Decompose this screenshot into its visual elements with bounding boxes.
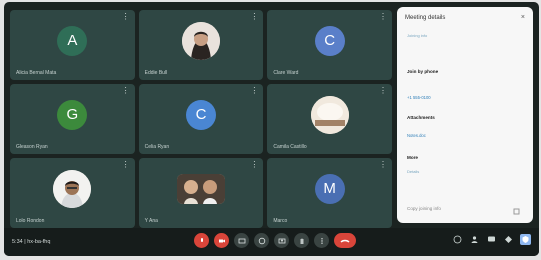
participant-name: Alicia Bernal Mata (16, 70, 57, 76)
participant-name: Eddie Bull (144, 70, 168, 76)
present-button[interactable] (274, 233, 289, 248)
participant-tile[interactable]: ⋮ Y Ana (138, 158, 264, 228)
side-panel-toggles (452, 234, 531, 245)
microphone-button[interactable] (194, 233, 209, 248)
camera-button[interactable] (214, 233, 229, 248)
meeting-toolbar: 5:34 | hx-ba-fhq (4, 228, 539, 256)
participant-name: Y Ana (144, 218, 158, 224)
participant-avatar: C (185, 99, 216, 130)
meeting-time-code: 5:34 | hx-ba-fhq (12, 239, 51, 245)
participant-avatar: G (57, 99, 88, 130)
people-icon[interactable] (469, 234, 480, 245)
more-options-icon[interactable]: ⋮ (379, 87, 387, 95)
participant-avatar: C (314, 25, 345, 56)
more-options-icon[interactable]: ⋮ (379, 13, 387, 21)
copy-joining-info-link[interactable]: Copy joining info (407, 206, 441, 211)
participant-photo (176, 173, 225, 204)
section-heading: Attachments (407, 115, 435, 120)
more-options-icon[interactable]: ⋮ (250, 87, 258, 95)
participant-photo (310, 95, 349, 134)
more-options-icon[interactable]: ⋮ (122, 87, 130, 95)
video-grid: A ⋮ Alicia Bernal Mata ⋮ Eddie Bull C ⋮ … (10, 10, 392, 228)
participant-photo (53, 169, 92, 208)
more-options-icon[interactable]: ⋮ (250, 161, 258, 169)
participant-tile[interactable]: ⋮ Eddie Bull (138, 10, 264, 80)
raise-hand-button[interactable] (294, 233, 309, 248)
more-options-icon[interactable]: ⋮ (379, 161, 387, 169)
more-options-icon[interactable]: ⋮ (250, 13, 258, 21)
info-icon[interactable] (452, 234, 463, 245)
section-heading: More (407, 155, 418, 160)
participant-name: Lolo Rondon (16, 218, 45, 224)
more-options-icon[interactable]: ⋮ (122, 161, 130, 169)
participant-name: Celia Ryan (144, 144, 170, 150)
meeting-details-panel: Meeting details × Joining info Join by p… (397, 7, 533, 223)
call-controls (194, 233, 356, 248)
participant-tile[interactable]: G ⋮ Gleason Ryan (10, 84, 135, 154)
participant-name: Gleason Ryan (16, 144, 48, 150)
participant-tile[interactable]: A ⋮ Alicia Bernal Mata (10, 10, 135, 80)
participant-tile[interactable]: M ⋮ Marco (267, 158, 392, 228)
emoji-button[interactable] (254, 233, 269, 248)
activities-icon[interactable] (503, 234, 514, 245)
end-call-button[interactable] (334, 233, 356, 248)
more-options-icon[interactable] (314, 233, 329, 248)
more-options-icon[interactable]: ⋮ (122, 13, 130, 21)
participant-name: Clare Ward (273, 70, 299, 76)
captions-button[interactable] (234, 233, 249, 248)
chat-icon[interactable] (486, 234, 497, 245)
participant-name: Marco (273, 218, 288, 224)
participant-name: Camila Castillo (273, 144, 307, 150)
section-heading: Join by phone (407, 69, 439, 74)
participant-avatar: A (57, 25, 88, 56)
meeting-window: A ⋮ Alicia Bernal Mata ⋮ Eddie Bull C ⋮ … (4, 2, 539, 256)
copy-icon[interactable] (513, 203, 521, 215)
attachment-link[interactable]: Notes.doc (407, 133, 426, 138)
participant-photo (181, 21, 220, 60)
participant-tile[interactable]: C ⋮ Clare Ward (267, 10, 392, 80)
joining-info-text: Joining info (407, 33, 428, 38)
participant-tile[interactable]: ⋮ Camila Castillo (267, 84, 392, 154)
participant-avatar: M (314, 173, 345, 204)
phone-link[interactable]: +1 555-0100 (407, 95, 431, 100)
close-icon[interactable]: × (521, 14, 525, 21)
participant-tile[interactable]: C ⋮ Celia Ryan (138, 84, 264, 154)
host-controls-icon[interactable] (520, 234, 531, 245)
participant-tile[interactable]: ⋮ Lolo Rondon (10, 158, 135, 228)
panel-title: Meeting details (405, 15, 446, 21)
details-text: Details (407, 169, 420, 174)
